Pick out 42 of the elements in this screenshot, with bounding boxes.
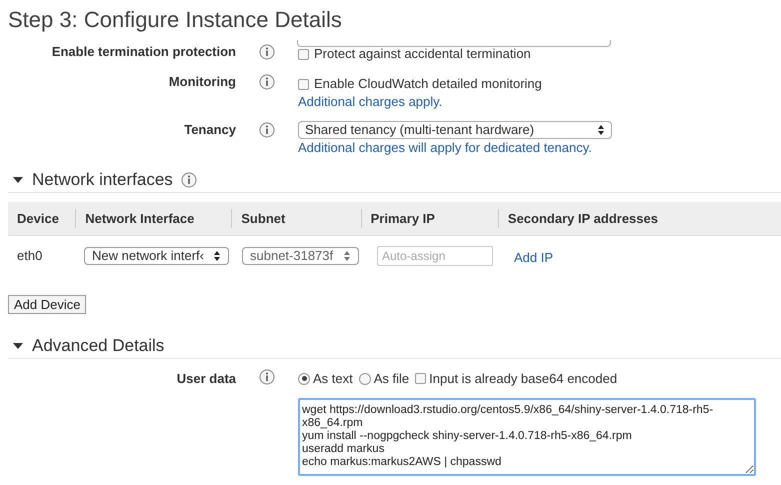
input-field[interactable]: Auto-assign bbox=[377, 246, 493, 266]
select-arrows-icon bbox=[213, 250, 221, 262]
collapse-caret-icon[interactable] bbox=[12, 340, 24, 350]
charges-link[interactable]: Additional charges apply. bbox=[298, 93, 542, 111]
checkbox[interactable] bbox=[298, 78, 309, 90]
column-header: Device bbox=[16, 210, 60, 228]
checkbox-label[interactable]: Enable CloudWatch detailed monitoring bbox=[314, 75, 542, 93]
info-icon[interactable] bbox=[259, 122, 275, 138]
column-header: Network Interface bbox=[75, 208, 232, 228]
select-arrows-icon bbox=[343, 250, 351, 262]
select-field[interactable]: Shared tenancy (multi-tenant hardware) bbox=[298, 121, 612, 139]
column-header: Subnet bbox=[231, 208, 361, 228]
select-field[interactable]: subnet-31873f bbox=[242, 247, 359, 265]
option-label[interactable]: As text bbox=[313, 369, 353, 388]
radio-button[interactable] bbox=[298, 372, 310, 385]
checkbox-label[interactable]: Protect against accidental termination bbox=[314, 45, 531, 63]
option-label[interactable]: Input is already base64 encoded bbox=[429, 369, 618, 388]
table-cell-text: eth0 bbox=[16, 247, 44, 266]
user-data-field[interactable]: wget https://download3.rstudio.org/centos5.9/x86_64/shiny-server-1.4.0.718-rh5-x86_64.rpm yum install --nogpgcheck shiny-server-1.4.0.718-rh5-x86_64.rpm useradd markus echo markus:markus2AWS | chpasswd bbox=[298, 398, 756, 476]
select-arrows-icon bbox=[597, 124, 605, 136]
radio-button[interactable] bbox=[358, 372, 371, 385]
page-title: Step 3: Configure Instance Details bbox=[8, 6, 342, 34]
field-label: User data bbox=[176, 370, 236, 388]
checkbox[interactable] bbox=[298, 48, 309, 60]
column-header: Secondary IP addresses bbox=[498, 208, 781, 228]
option-label[interactable]: As file bbox=[374, 369, 410, 388]
field-label: Enable termination protection bbox=[50, 43, 236, 61]
column-header: Primary IP bbox=[360, 208, 498, 228]
section-heading[interactable]: Network interfaces bbox=[32, 166, 173, 192]
collapse-caret-icon[interactable] bbox=[12, 174, 24, 184]
charges-link[interactable]: Additional charges will apply for dedicated tenancy. bbox=[298, 139, 612, 157]
info-icon[interactable] bbox=[180, 172, 197, 188]
add-device-button[interactable]: Add Device bbox=[8, 295, 86, 314]
info-icon[interactable] bbox=[259, 44, 275, 60]
add-ip-link[interactable]: Add IP bbox=[514, 250, 554, 265]
info-icon[interactable] bbox=[259, 74, 275, 90]
field-label: Tenancy bbox=[183, 121, 236, 139]
field-label: Monitoring bbox=[168, 73, 236, 91]
select-field[interactable]: New network interf‹ bbox=[84, 247, 229, 265]
info-icon[interactable] bbox=[259, 369, 275, 385]
checkbox[interactable] bbox=[415, 373, 426, 384]
section-heading[interactable]: Advanced Details bbox=[32, 332, 164, 358]
